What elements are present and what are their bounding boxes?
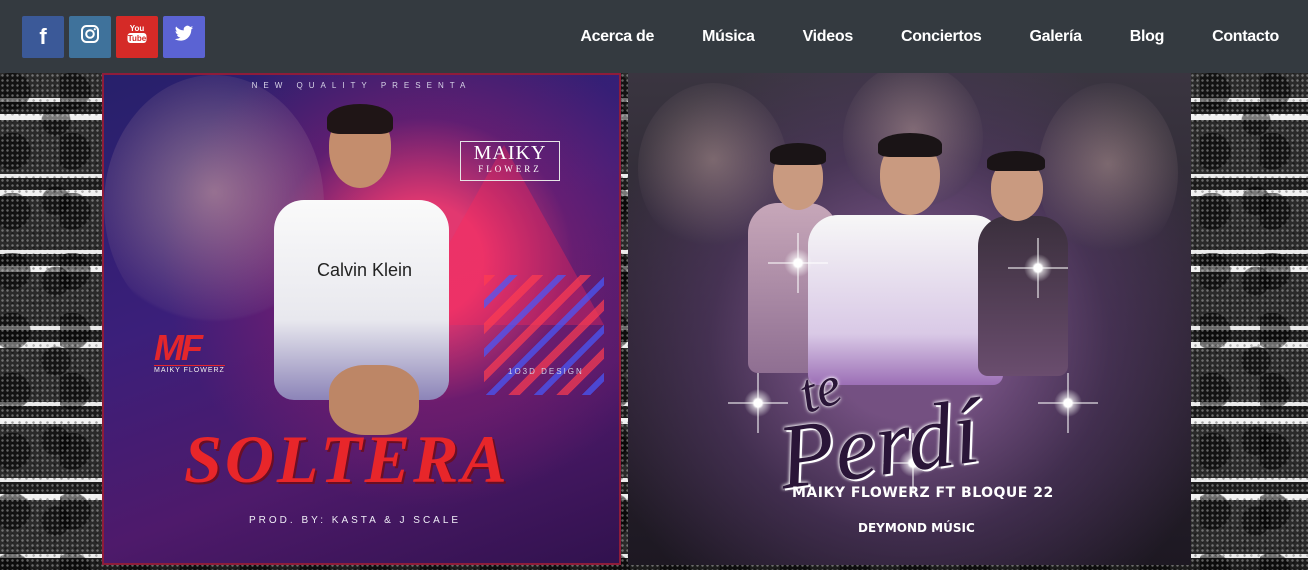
cover-presenta-text: NEW QUALITY PRESENTA <box>251 81 472 90</box>
shirt-brand-text: Calvin Klein <box>317 260 413 280</box>
producer-credit: PROD. BY: KASTA & J SCALE <box>249 515 462 526</box>
svg-text:You: You <box>130 24 145 33</box>
nav-contacto[interactable]: Contacto <box>1188 28 1308 46</box>
mf-logo: MF <box>154 327 203 368</box>
design-credit: 1O3D DESIGN <box>508 367 584 376</box>
instagram-link[interactable] <box>69 15 111 58</box>
artist-name-box: MAIKY FLOWERZ <box>460 141 560 181</box>
record-label: DEYMOND MÚSIC <box>858 521 975 535</box>
main-nav: Acerca de Música Videos Conciertos Galer… <box>556 0 1308 73</box>
sparkle-decoration <box>1008 238 1068 298</box>
twitter-link[interactable] <box>163 15 205 58</box>
song-title-soltera: SOLTERA <box>184 421 510 497</box>
facebook-link[interactable]: f <box>22 15 64 58</box>
nav-acerca-de[interactable]: Acerca de <box>556 28 678 46</box>
artist-name-line2: FLOWERZ <box>478 164 542 174</box>
instagram-icon <box>80 24 100 49</box>
social-links: f You Tube <box>22 15 205 58</box>
artist-photo: Calvin Klein <box>269 104 449 470</box>
featuring-text: MAIKY FLOWERZ FT BLOQUE 22 <box>792 485 1054 501</box>
neon-stripes-graphic <box>484 275 604 395</box>
twitter-icon <box>174 25 194 48</box>
nav-videos[interactable]: Videos <box>779 28 877 46</box>
sparkle-decoration <box>1038 373 1098 433</box>
nav-conciertos[interactable]: Conciertos <box>877 28 1006 46</box>
facebook-icon: f <box>39 23 47 49</box>
nav-galeria[interactable]: Galería <box>1006 28 1106 46</box>
album-cover-te-perdi[interactable]: te Perdí MAIKY FLOWERZ FT BLOQUE 22 DEYM… <box>628 73 1191 565</box>
youtube-link[interactable]: You Tube <box>116 15 158 58</box>
mf-logo-subtitle: MAIKY FLOWERZ <box>154 365 225 374</box>
top-navigation-bar: f You Tube Acerca de Música Videos Conci… <box>0 0 1308 73</box>
svg-text:Tube: Tube <box>128 34 147 43</box>
artist-name-line1: MAIKY <box>473 142 547 164</box>
youtube-icon: You Tube <box>125 22 149 51</box>
sparkle-decoration <box>768 233 828 293</box>
album-cover-soltera[interactable]: NEW QUALITY PRESENTA Calvin Klein MAIKY … <box>102 73 621 565</box>
nav-musica[interactable]: Música <box>678 28 778 46</box>
nav-blog[interactable]: Blog <box>1106 28 1188 46</box>
